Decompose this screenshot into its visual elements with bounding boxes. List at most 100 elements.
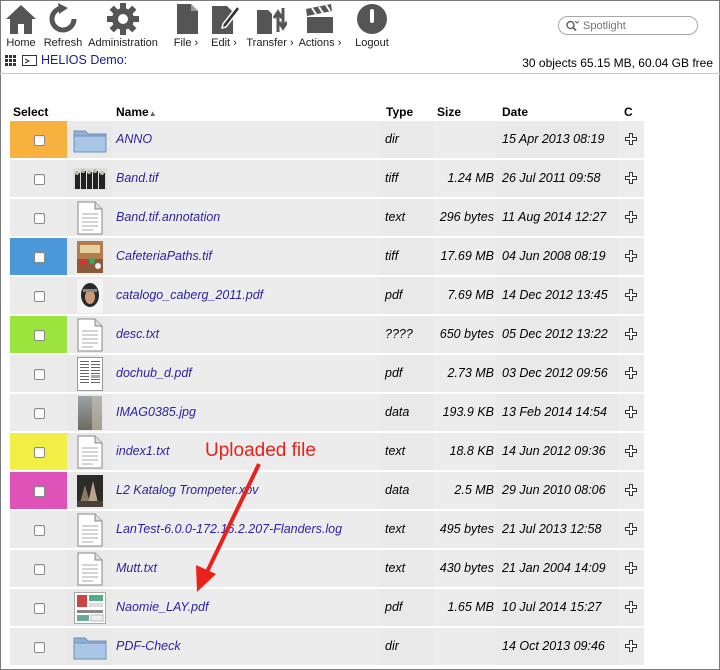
plus-icon[interactable]: [625, 211, 637, 223]
select-checkbox[interactable]: [34, 330, 45, 341]
header-type[interactable]: Type: [386, 105, 413, 119]
catalog-cover-thumbnail[interactable]: [70, 277, 110, 314]
night-photo-thumbnail[interactable]: [70, 472, 110, 509]
select-checkbox[interactable]: [34, 603, 45, 614]
plus-icon[interactable]: [625, 601, 637, 613]
logout-button[interactable]: Logout: [352, 2, 392, 52]
grid-view-icon[interactable]: [5, 55, 16, 66]
search-input[interactable]: [583, 18, 693, 33]
file-size: 193.9 KB: [442, 405, 494, 419]
actions-menu-button[interactable]: Actions ›: [297, 2, 343, 52]
file-size: 495 bytes: [439, 522, 494, 536]
folder-icon[interactable]: [70, 121, 110, 158]
folder-icon[interactable]: [70, 628, 110, 665]
select-checkbox[interactable]: [34, 408, 45, 419]
band-photo-thumbnail[interactable]: [70, 160, 110, 197]
plus-icon[interactable]: [625, 445, 637, 457]
table-row[interactable]: Naomie_LAY.pdf pdf 1.65 MB 10 Jul 2014 15:2…: [10, 589, 644, 626]
page-thumbnail[interactable]: [70, 355, 110, 392]
select-checkbox[interactable]: [34, 525, 45, 536]
plus-cell: [618, 628, 644, 665]
table-row[interactable]: catalogo_caberg_2011.pdf pdf 7.69 MB 14 Dec…: [10, 277, 644, 314]
file-name-link[interactable]: index1.txt: [116, 444, 170, 458]
table-row[interactable]: dochub_d.pdf pdf 2.73 MB 03 Dec 2012 09:56: [10, 355, 644, 392]
file-name-link[interactable]: Band.tif: [116, 171, 158, 185]
plus-cell: [618, 121, 644, 158]
plus-icon[interactable]: [625, 133, 637, 145]
select-checkbox[interactable]: [34, 447, 45, 458]
table-row[interactable]: Mutt.txt text 430 bytes 21 Jan 2004 14:09: [10, 550, 644, 587]
plus-icon[interactable]: [625, 250, 637, 262]
select-checkbox[interactable]: [34, 642, 45, 653]
file-menu-button[interactable]: File ›: [170, 2, 202, 52]
table-row[interactable]: Band.tif tiff 1.24 MB 26 Jul 2011 09:58: [10, 160, 644, 197]
table-row[interactable]: Band.tif.annotation text 296 bytes 11 Aug 2…: [10, 199, 644, 236]
volume-folder-icon: [22, 55, 37, 66]
photo-thumbnail[interactable]: [70, 394, 110, 431]
plus-icon[interactable]: [625, 406, 637, 418]
document-icon[interactable]: [70, 550, 110, 587]
file-name-link[interactable]: ANNO: [116, 132, 152, 146]
table-row[interactable]: ANNO dir 15 Apr 2013 08:19: [10, 121, 644, 158]
home-button[interactable]: Home: [4, 2, 38, 52]
select-checkbox[interactable]: [34, 564, 45, 575]
select-checkbox[interactable]: [34, 291, 45, 302]
select-checkbox[interactable]: [34, 486, 45, 497]
file-name-link[interactable]: PDF-Check: [116, 639, 181, 653]
plus-icon[interactable]: [625, 172, 637, 184]
plus-icon[interactable]: [625, 562, 637, 574]
document-icon[interactable]: [70, 199, 110, 236]
file-name-link[interactable]: CafeteriaPaths.tif: [116, 249, 212, 263]
table-row[interactable]: L2 Katalog Trompeter.xpv data 2.5 MB 29 Jun…: [10, 472, 644, 509]
plus-icon[interactable]: [625, 640, 637, 652]
header-select: Select: [13, 105, 49, 119]
file-name-link[interactable]: desc.txt: [116, 327, 159, 341]
table-row[interactable]: PDF-Check dir 14 Oct 2013 09:46: [10, 628, 644, 665]
table-row[interactable]: IMAG0385.jpg data 193.9 KB 13 Feb 2014 14:5…: [10, 394, 644, 431]
administration-button[interactable]: Administration: [86, 2, 160, 52]
name-cell: CafeteriaPaths.tif: [112, 238, 380, 275]
edit-menu-button[interactable]: Edit ›: [207, 2, 241, 52]
table-row[interactable]: LanTest-6.0.0-172.16.2.207-Flanders.log t…: [10, 511, 644, 548]
type-cell: dir: [382, 628, 431, 665]
header-date[interactable]: Date: [502, 105, 528, 119]
document-icon[interactable]: [70, 316, 110, 353]
layout-page-thumbnail[interactable]: [70, 589, 110, 626]
size-cell: 2.73 MB: [433, 355, 496, 392]
file-size: 17.69 MB: [440, 249, 494, 263]
cafeteria-photo-thumbnail[interactable]: [70, 238, 110, 275]
file-name-link[interactable]: Mutt.txt: [116, 561, 157, 575]
select-checkbox[interactable]: [34, 213, 45, 224]
file-name-link[interactable]: catalogo_caberg_2011.pdf: [116, 288, 263, 302]
name-cell: ANNO: [112, 121, 380, 158]
select-cell: [10, 238, 67, 275]
select-checkbox[interactable]: [34, 252, 45, 263]
select-checkbox[interactable]: [34, 174, 45, 185]
plus-icon[interactable]: [625, 523, 637, 535]
document-icon[interactable]: [70, 433, 110, 470]
plus-icon[interactable]: [625, 289, 637, 301]
table-row[interactable]: index1.txt text 18.8 KB 14 Jun 2012 09:36: [10, 433, 644, 470]
select-checkbox[interactable]: [34, 135, 45, 146]
spotlight-search[interactable]: [558, 16, 698, 35]
plus-icon[interactable]: [625, 484, 637, 496]
header-name[interactable]: Name▲: [116, 105, 157, 119]
name-cell: IMAG0385.jpg: [112, 394, 380, 431]
file-name-link[interactable]: dochub_d.pdf: [116, 366, 192, 380]
document-icon[interactable]: [70, 511, 110, 548]
size-cell: 296 bytes: [433, 199, 496, 236]
file-name-link[interactable]: Band.tif.annotation: [116, 210, 220, 224]
plus-icon[interactable]: [625, 367, 637, 379]
plus-icon[interactable]: [625, 328, 637, 340]
name-cell: dochub_d.pdf: [112, 355, 380, 392]
transfer-menu-button[interactable]: Transfer ›: [244, 2, 296, 52]
size-cell: 18.8 KB: [433, 433, 496, 470]
table-row[interactable]: CafeteriaPaths.tif tiff 17.69 MB 04 Jun 200…: [10, 238, 644, 275]
volume-path[interactable]: HELIOS Demo:: [41, 53, 127, 67]
file-type: dir: [385, 132, 399, 146]
table-row[interactable]: desc.txt???? 650 bytes 05 Dec 2012 13:22: [10, 316, 644, 353]
header-size[interactable]: Size: [437, 105, 461, 119]
file-name-link[interactable]: IMAG0385.jpg: [116, 405, 196, 419]
refresh-button[interactable]: Refresh: [42, 2, 84, 52]
select-checkbox[interactable]: [34, 369, 45, 380]
